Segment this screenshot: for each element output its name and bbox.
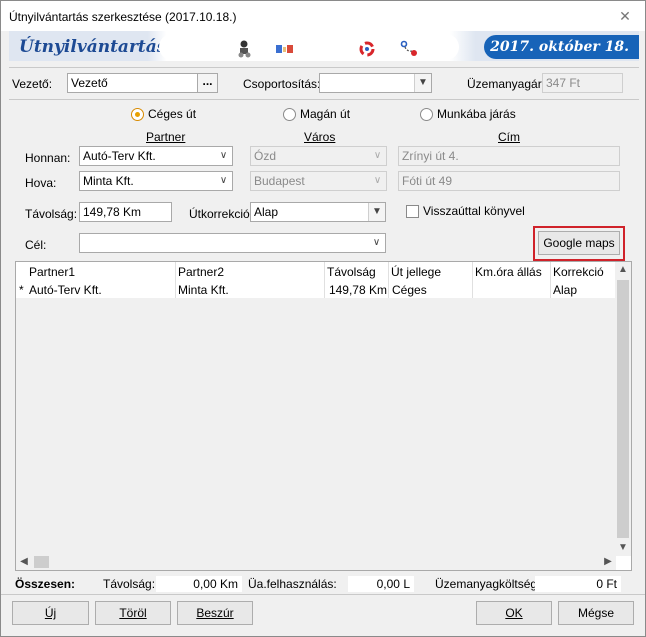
app-banner: Útnyilvántartás 2017. október 18. [9, 31, 639, 61]
city-heading: Város [304, 130, 336, 144]
divider [1, 594, 645, 595]
chevron-down-icon[interactable]: ∨ [215, 147, 232, 165]
chevron-down-icon[interactable]: ∨ [215, 172, 232, 190]
insert-button[interactable]: Beszúr [177, 601, 253, 625]
divider [9, 67, 639, 68]
column-header[interactable]: Partner1 [29, 265, 174, 279]
total-distance-value: 0,00 Km [156, 576, 242, 592]
fuel-cost-label: Üzemanyagköltség: [435, 577, 541, 591]
trips-table: Partner1 Partner2 Távolság Út jellege Km… [15, 261, 632, 571]
scroll-right-icon[interactable]: ▶ [600, 554, 616, 570]
fuel-use-label: Üa.felhasználás: [248, 577, 337, 591]
to-label: Hova: [25, 176, 57, 190]
scroll-thumb[interactable] [34, 556, 49, 568]
chevron-down-icon: ∨ [373, 150, 382, 161]
toolbar-icons [159, 34, 459, 60]
radio-icon[interactable] [131, 107, 144, 121]
divider [9, 99, 639, 100]
vertical-scrollbar[interactable]: ▲ ▼ [615, 262, 631, 556]
table-cell[interactable]: Minta Kft. [178, 283, 323, 297]
radio-commute[interactable]: Munkába járás [420, 107, 516, 121]
delete-button[interactable]: Töröl [95, 601, 171, 625]
goal-label: Cél: [25, 238, 47, 252]
scroll-thumb[interactable] [617, 280, 629, 538]
table-cell[interactable]: Alap [553, 283, 615, 297]
table-header: Partner1 Partner2 Távolság Út jellege Km… [16, 262, 616, 280]
from-partner-select[interactable]: Autó-Terv Kft. ∨ [79, 146, 233, 166]
from-label: Honnan: [25, 151, 71, 165]
fuel-cost-value: 0 Ft [535, 576, 621, 592]
distance-field[interactable]: 149,78 Km [79, 202, 172, 222]
total-label: Összesen: [15, 577, 76, 591]
close-icon[interactable]: ✕ [617, 8, 633, 24]
route-icon[interactable] [399, 39, 419, 59]
partner-heading: Partner [146, 130, 186, 144]
fuel-price-label: Üzemanyagár: [467, 77, 546, 91]
current-date: 2017. október 18. [484, 35, 639, 59]
column-header[interactable]: Korrekció [553, 265, 615, 279]
table-cell[interactable]: Céges [392, 283, 472, 297]
chevron-down-icon[interactable]: ∨ [368, 234, 385, 252]
table-empty-area [16, 298, 616, 556]
distance-label: Távolság: [25, 207, 78, 221]
checkbox-icon[interactable] [406, 204, 419, 218]
title-bar: Útnyilvántartás szerkesztése (2017.10.18… [1, 1, 645, 31]
partners-icon[interactable] [274, 39, 294, 59]
to-partner-select[interactable]: Minta Kft. ∨ [79, 171, 233, 191]
correction-select[interactable]: Alap ▼ [250, 202, 386, 222]
return-trip-checkbox[interactable]: Visszaúttal könyvel [406, 204, 525, 218]
driver-browse-button[interactable]: ... [197, 74, 217, 92]
column-header[interactable]: Út jellege [391, 265, 471, 279]
highlight-frame [533, 226, 625, 261]
grouping-select[interactable]: ▼ [319, 73, 432, 93]
fuel-use-value: 0,00 L [348, 576, 414, 592]
radio-icon[interactable] [420, 107, 433, 121]
refresh-icon[interactable] [357, 39, 377, 59]
chevron-down-icon[interactable]: ▼ [368, 203, 385, 221]
fuel-price-field: 347 Ft [542, 73, 623, 93]
radio-private-trip[interactable]: Magán út [283, 107, 350, 121]
driver-label: Vezető: [12, 77, 53, 91]
to-address-field: Fóti út 49 [398, 171, 620, 191]
cancel-button[interactable]: Mégse [558, 601, 634, 625]
edit-dialog: Útnyilvántartás szerkesztése (2017.10.18… [0, 0, 646, 637]
ok-button[interactable]: OK [476, 601, 552, 625]
table-row[interactable]: * Autó-Terv Kft. Minta Kft. 149,78 Km Cé… [16, 280, 616, 298]
to-city-select: Budapest ∨ [250, 171, 387, 191]
driver-field[interactable]: Vezető ... [67, 73, 218, 93]
radio-company-trip[interactable]: Céges út [131, 107, 196, 121]
app-logo: Útnyilvántartás [19, 37, 167, 57]
address-heading: Cím [498, 130, 520, 144]
grouping-label: Csoportosítás: [243, 77, 321, 91]
summary-bar: Összesen: Távolság: 0,00 Km Üa.felhaszná… [15, 575, 632, 593]
from-address-field: Zrínyi út 4. [398, 146, 620, 166]
goal-select[interactable]: ∨ [79, 233, 386, 253]
column-header[interactable]: Távolság [327, 265, 387, 279]
radio-icon[interactable] [283, 107, 296, 121]
column-header[interactable]: Partner2 [178, 265, 323, 279]
table-cell[interactable]: Autó-Terv Kft. [29, 283, 174, 297]
new-row-marker: * [19, 283, 24, 297]
driver-icon[interactable] [234, 39, 254, 59]
scroll-up-icon[interactable]: ▲ [615, 262, 631, 278]
new-button[interactable]: Új [12, 601, 89, 625]
horizontal-scrollbar[interactable]: ◀ ▶ [16, 554, 616, 570]
scroll-down-icon[interactable]: ▼ [615, 540, 631, 556]
chevron-down-icon: ∨ [373, 175, 382, 186]
total-distance-label: Távolság: [103, 577, 156, 591]
chevron-down-icon[interactable]: ▼ [414, 74, 431, 92]
window-title: Útnyilvántartás szerkesztése (2017.10.18… [9, 10, 237, 24]
table-cell[interactable]: 149,78 Km [327, 283, 387, 297]
correction-label: Útkorrekció: [189, 207, 254, 221]
column-header[interactable]: Km.óra állás [475, 265, 549, 279]
from-city-select: Ózd ∨ [250, 146, 387, 166]
scroll-left-icon[interactable]: ◀ [16, 554, 32, 570]
